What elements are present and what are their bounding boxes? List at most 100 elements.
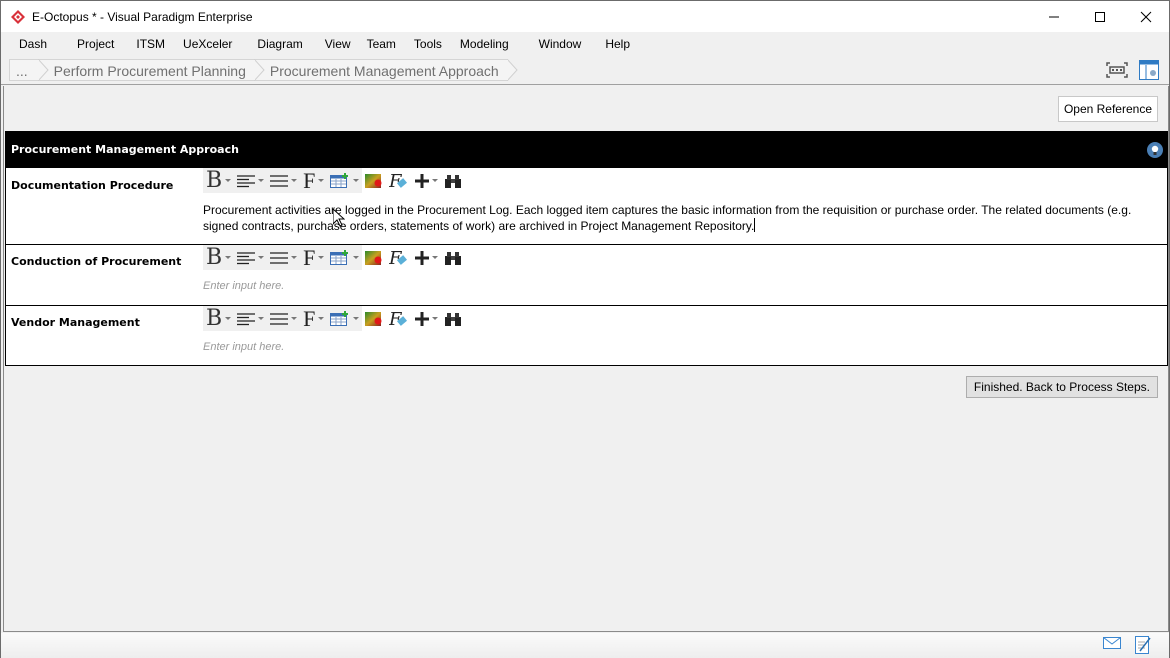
menu-uexceler[interactable]: UeXceler bbox=[177, 32, 244, 56]
align-button[interactable] bbox=[234, 168, 267, 193]
color-button[interactable] bbox=[362, 245, 386, 270]
menu-diagram[interactable]: Diagram bbox=[244, 32, 314, 56]
color-button[interactable] bbox=[362, 168, 386, 193]
lightbulb-hint-icon[interactable] bbox=[1147, 142, 1163, 158]
find-button[interactable] bbox=[441, 245, 465, 270]
font-button[interactable]: F bbox=[300, 245, 327, 270]
menu-window[interactable]: Window bbox=[521, 32, 594, 56]
vendor-management-input[interactable]: Enter input here. bbox=[203, 339, 1163, 355]
menu-team[interactable]: Team bbox=[363, 32, 408, 56]
font-button[interactable]: F bbox=[300, 168, 327, 193]
binoculars-icon bbox=[445, 174, 462, 188]
clear-format-icon: F bbox=[389, 310, 408, 328]
notes-icon[interactable] bbox=[1135, 636, 1151, 654]
find-button[interactable] bbox=[441, 306, 465, 331]
chevron-down-icon bbox=[353, 256, 360, 259]
chevron-down-icon bbox=[258, 317, 265, 320]
menu-bar: Dash Project ITSM UeXceler Diagram View … bbox=[1, 32, 1169, 56]
mouse-pointer-icon bbox=[333, 209, 345, 227]
panel-layout-button[interactable] bbox=[1137, 59, 1161, 81]
color-button[interactable] bbox=[362, 306, 386, 331]
binoculars-icon bbox=[445, 251, 462, 265]
section-title: Procurement Management Approach bbox=[11, 143, 239, 156]
minimize-button[interactable] bbox=[1031, 1, 1077, 32]
chevron-down-icon bbox=[353, 179, 360, 182]
rich-text-toolbar: B F F bbox=[203, 245, 465, 270]
menu-tools[interactable]: Tools bbox=[408, 32, 454, 56]
format-button[interactable]: F bbox=[386, 168, 412, 193]
font-button[interactable]: F bbox=[300, 306, 327, 331]
menu-view[interactable]: View bbox=[315, 32, 363, 56]
close-icon bbox=[1140, 11, 1152, 22]
menu-dash[interactable]: Dash bbox=[7, 32, 59, 56]
chevron-down-icon bbox=[318, 317, 325, 320]
table-button[interactable] bbox=[327, 245, 362, 270]
open-reference-button[interactable]: Open Reference bbox=[1057, 96, 1158, 122]
menu-itsm[interactable]: ITSM bbox=[126, 32, 177, 56]
insert-button[interactable] bbox=[412, 306, 441, 331]
font-icon: F bbox=[303, 168, 316, 193]
breadcrumb-item-perform-procurement-planning[interactable]: Perform Procurement Planning bbox=[37, 59, 265, 81]
table-button[interactable] bbox=[327, 306, 362, 331]
list-button[interactable] bbox=[267, 245, 300, 270]
chevron-down-icon bbox=[432, 317, 439, 320]
list-button[interactable] bbox=[267, 306, 300, 331]
breadcrumb-separator-icon bbox=[37, 59, 49, 81]
align-button[interactable] bbox=[234, 306, 267, 331]
chevron-down-icon bbox=[225, 256, 232, 259]
finished-back-to-process-steps-button[interactable]: Finished. Back to Process Steps. bbox=[965, 376, 1158, 398]
insert-table-icon bbox=[330, 249, 349, 265]
list-icon bbox=[270, 251, 289, 264]
minimize-icon bbox=[1049, 16, 1059, 17]
binoculars-icon bbox=[445, 312, 462, 326]
mail-icon[interactable] bbox=[1103, 636, 1121, 650]
align-button[interactable] bbox=[234, 245, 267, 270]
close-button[interactable] bbox=[1123, 1, 1169, 32]
row-label: Conduction of Procurement bbox=[11, 255, 182, 268]
app-logo-icon bbox=[11, 9, 25, 24]
align-left-icon bbox=[237, 174, 256, 187]
maximize-button[interactable] bbox=[1077, 1, 1123, 32]
bold-button[interactable]: B bbox=[203, 306, 234, 331]
row-label: Documentation Procedure bbox=[11, 179, 174, 192]
breadcrumb-label: ... bbox=[16, 63, 28, 79]
rich-text-toolbar: B F F bbox=[203, 306, 465, 331]
bold-button[interactable]: B bbox=[203, 245, 234, 270]
insert-button[interactable] bbox=[412, 168, 441, 193]
bold-icon: B bbox=[206, 245, 223, 270]
list-icon bbox=[270, 174, 289, 187]
rich-text-toolbar: B F F bbox=[203, 168, 465, 193]
chevron-down-icon bbox=[291, 179, 298, 182]
insert-table-icon bbox=[330, 310, 349, 326]
bold-icon: B bbox=[206, 306, 223, 331]
fit-screen-button[interactable] bbox=[1105, 59, 1129, 81]
bold-icon: B bbox=[206, 168, 223, 193]
menu-help[interactable]: Help bbox=[593, 32, 642, 56]
format-button[interactable]: F bbox=[386, 245, 412, 270]
list-button[interactable] bbox=[267, 168, 300, 193]
bold-button[interactable]: B bbox=[203, 168, 234, 193]
row-label: Vendor Management bbox=[11, 316, 140, 329]
find-button[interactable] bbox=[441, 168, 465, 193]
menu-project[interactable]: Project bbox=[59, 32, 126, 56]
breadcrumb-item-more[interactable]: ... bbox=[9, 59, 49, 81]
list-icon bbox=[270, 312, 289, 325]
breadcrumb-label: Perform Procurement Planning bbox=[53, 63, 246, 79]
fit-screen-icon bbox=[1106, 62, 1128, 78]
chevron-down-icon bbox=[353, 317, 360, 320]
table-button[interactable] bbox=[327, 168, 362, 193]
plus-icon bbox=[415, 173, 430, 188]
align-left-icon bbox=[237, 251, 256, 264]
insert-button[interactable] bbox=[412, 245, 441, 270]
text-cursor bbox=[754, 218, 756, 232]
conduction-of-procurement-input[interactable]: Enter input here. bbox=[203, 278, 1163, 294]
documentation-procedure-text[interactable]: Procurement activities are logged in the… bbox=[203, 202, 1163, 234]
clear-format-icon: F bbox=[389, 249, 408, 267]
align-left-icon bbox=[237, 312, 256, 325]
menu-modeling[interactable]: Modeling bbox=[454, 32, 521, 56]
section-header: Procurement Management Approach bbox=[6, 132, 1167, 167]
breadcrumb-item-procurement-management-approach[interactable]: Procurement Management Approach bbox=[253, 59, 518, 81]
chevron-down-icon bbox=[225, 179, 232, 182]
format-button[interactable]: F bbox=[386, 306, 412, 331]
chevron-down-icon bbox=[291, 317, 298, 320]
